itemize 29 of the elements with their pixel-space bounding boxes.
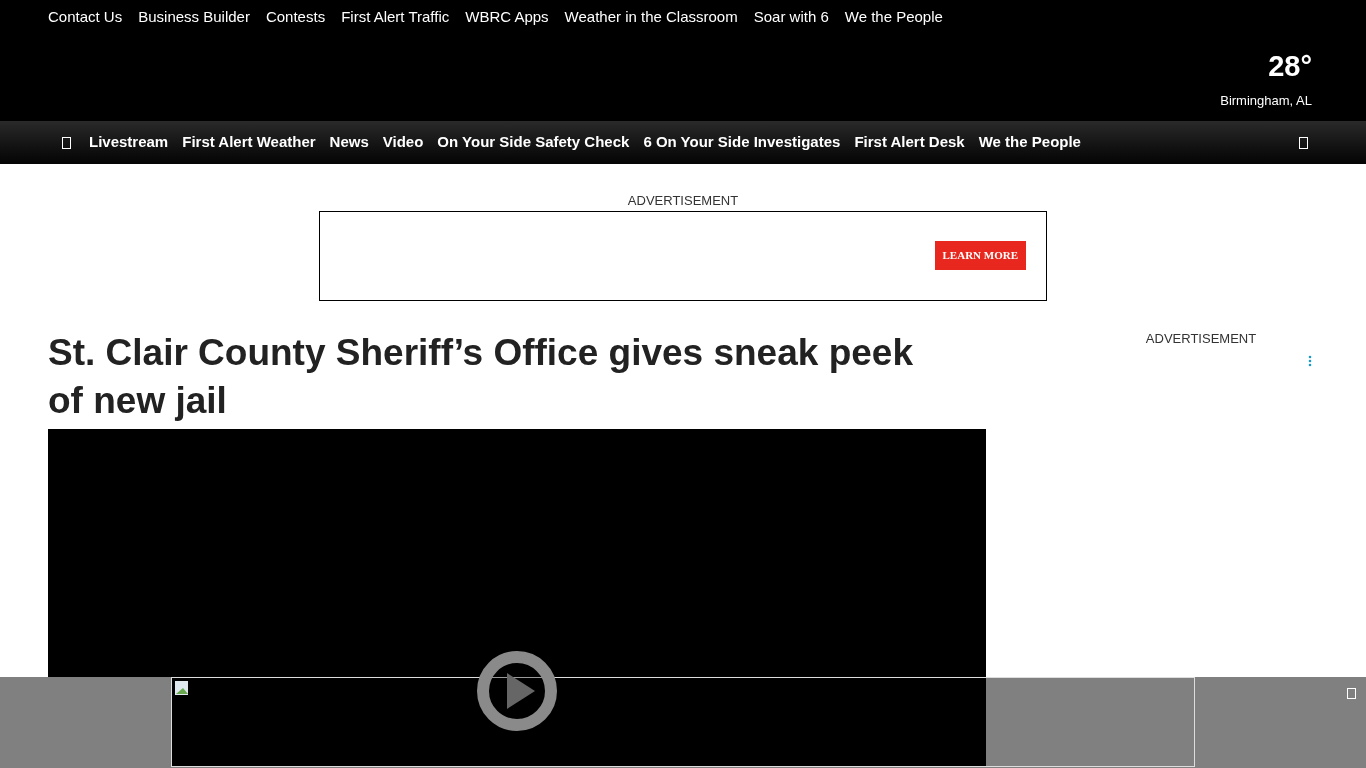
broken-image-icon [174,680,190,696]
learn-more-button[interactable]: LEARN MORE [934,241,1026,270]
nav-link[interactable]: First Alert Desk [854,131,965,154]
nav-link[interactable]: 6 On Your Side Investigates [643,131,841,154]
ad-label: ADVERTISEMENT [627,192,739,210]
ad-label: ADVERTISEMENT [1145,329,1257,348]
weather-location: Birmingham, AL [1220,92,1312,110]
headline: St. Clair County Sheriff’s Office gives sneak peek of new jail [48,330,914,423]
search-glyph-icon[interactable] [1299,136,1308,149]
top-link[interactable]: Weather in the Classroom [564,6,738,29]
nav-link[interactable]: First Alert Weather [182,131,316,154]
temperature: 28° [1268,52,1312,81]
nav-link[interactable]: On Your Side Safety Check [437,131,630,154]
top-link[interactable]: WBRC Apps [465,6,549,29]
nav-link[interactable]: We the People [978,131,1081,154]
more-options-icon[interactable] [1308,354,1312,367]
top-link[interactable]: We the People [844,6,943,29]
menu-glyph-icon[interactable] [62,136,71,149]
top-link[interactable]: Business Builder [138,6,250,29]
top-link[interactable]: Contact Us [48,6,123,29]
nav-link[interactable]: News [329,131,369,154]
top-link[interactable]: First Alert Traffic [341,6,450,29]
top-link[interactable]: Contests [265,6,326,29]
ad-banner[interactable]: LEARN MORE [319,210,1047,301]
top-link[interactable]: Soar with 6 [753,6,829,29]
play-icon[interactable] [477,651,557,731]
nav-link[interactable]: Video [382,131,424,154]
close-glyph-icon[interactable] [1347,688,1356,699]
nav-link[interactable]: Livestream [89,131,169,154]
